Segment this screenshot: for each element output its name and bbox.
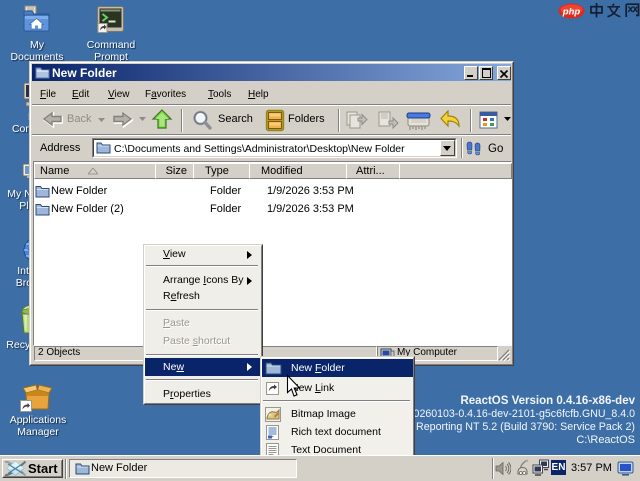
svg-text:php: php [562,7,581,18]
